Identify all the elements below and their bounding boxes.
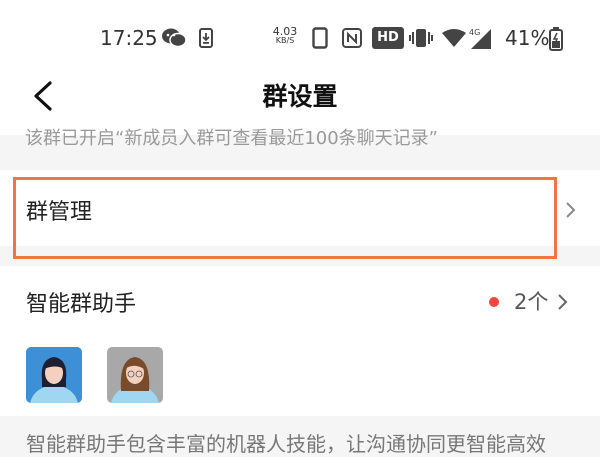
nfc-icon	[342, 28, 362, 48]
status-bar: 17:25 4.03 KB/S HD 4G 41%	[0, 0, 600, 80]
net-speed: 4.03 KB/S	[270, 25, 300, 45]
history-info-text: 该群已开启“新成员入群可查看最近100条聊天记录”	[25, 128, 439, 149]
wifi-icon	[442, 29, 466, 47]
assistant-avatar-2[interactable]	[107, 347, 163, 403]
net-speed-value: 4.03	[272, 25, 298, 38]
highlight-box	[13, 177, 557, 259]
assistant-count: 2个	[514, 290, 549, 314]
phone-icon	[312, 27, 328, 49]
red-dot-badge	[489, 297, 499, 307]
vibrate-icon	[409, 29, 433, 47]
battery-percent: 41%	[505, 26, 550, 50]
signal-icon: 4G	[469, 28, 491, 49]
signal-4g: 4G	[469, 26, 495, 54]
hd-badge: HD	[372, 27, 404, 49]
chevron-right-icon	[566, 202, 576, 218]
assistant-avatar-1[interactable]	[26, 347, 82, 403]
smart-assistant-section[interactable]: 智能群助手 2个	[0, 266, 600, 416]
smart-assistant-label: 智能群助手	[26, 292, 137, 317]
battery-icon	[549, 27, 563, 51]
page-title: 群设置	[262, 82, 338, 111]
wechat-icon	[162, 28, 187, 48]
svg-text:4G: 4G	[469, 28, 480, 37]
download-icon	[199, 28, 213, 48]
status-time: 17:25	[100, 26, 158, 50]
chevron-right-icon	[558, 294, 568, 310]
assistant-description: 智能群助手包含丰富的机器人技能，让沟通协同更智能高效	[26, 432, 546, 456]
